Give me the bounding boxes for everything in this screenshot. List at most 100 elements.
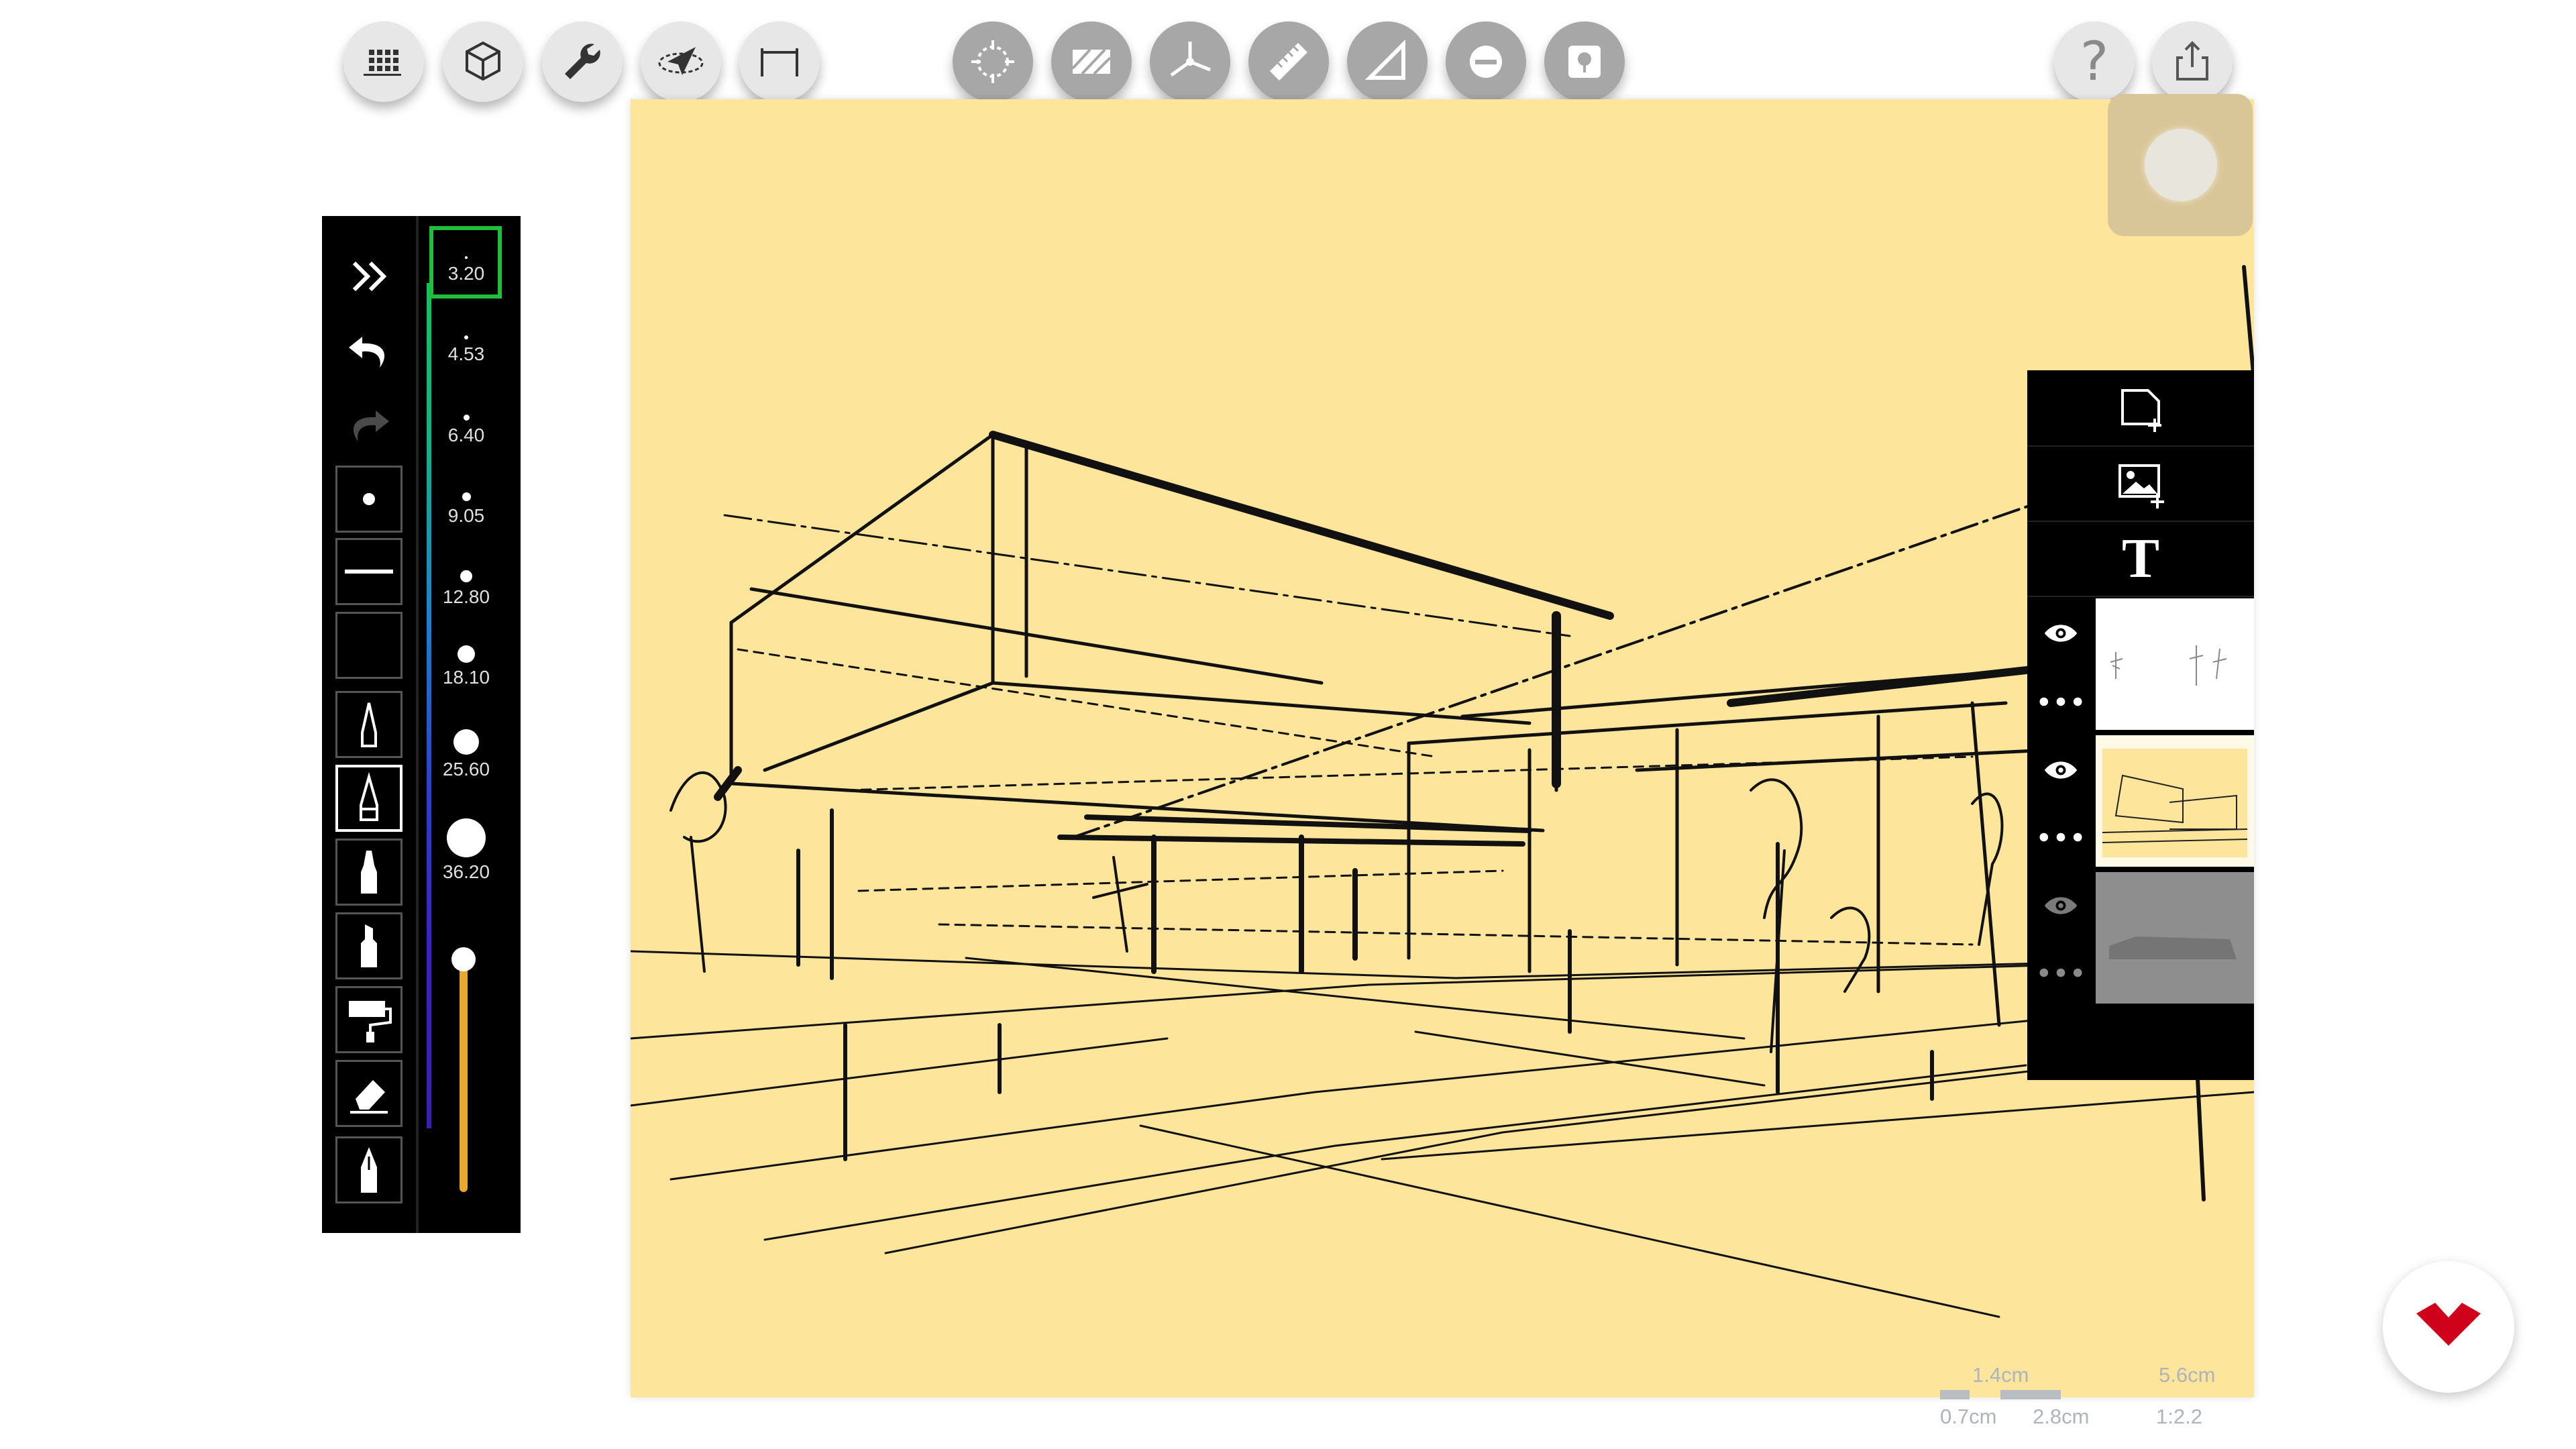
color-puck-knob[interactable] bbox=[2145, 129, 2217, 201]
layer-2-options[interactable] bbox=[2027, 804, 2094, 871]
layer-1-options[interactable] bbox=[2027, 668, 2094, 735]
circle-template-button[interactable] bbox=[1446, 21, 1526, 102]
layer-1-visibility[interactable] bbox=[2027, 600, 2094, 667]
scale-segment-1 bbox=[1940, 1390, 1970, 1399]
line-brush-icon bbox=[345, 570, 393, 574]
lasso-arrow-icon bbox=[658, 47, 704, 75]
select-button[interactable] bbox=[641, 21, 721, 102]
ink-pen-button[interactable] bbox=[335, 1136, 402, 1203]
grid-button[interactable] bbox=[343, 21, 424, 102]
hatch-button[interactable] bbox=[1051, 21, 1132, 102]
redo-button[interactable] bbox=[335, 390, 402, 458]
panel-divider bbox=[416, 216, 419, 1233]
brush-size-3[interactable]: 6.40 bbox=[423, 415, 510, 446]
logo-badge[interactable] bbox=[2383, 1261, 2514, 1393]
ruler-button[interactable] bbox=[1248, 21, 1329, 102]
more-icon bbox=[2039, 833, 2082, 842]
new-layer-button[interactable] bbox=[2027, 372, 2254, 447]
stamp-button[interactable] bbox=[1544, 21, 1625, 102]
set-square-button[interactable] bbox=[1347, 21, 1428, 102]
share-icon bbox=[2176, 41, 2208, 80]
add-image-button[interactable] bbox=[2027, 447, 2254, 522]
blank-brush-button[interactable] bbox=[335, 612, 402, 679]
add-image-icon bbox=[2118, 464, 2164, 508]
fine-pen-button[interactable] bbox=[335, 765, 402, 832]
trees-thumbnail bbox=[2110, 645, 2227, 686]
brush-panel: 3.20 4.53 6.40 9.05 12.80 18.10 25.60 36… bbox=[322, 216, 521, 1233]
blank-brush-icon bbox=[342, 619, 396, 672]
dot-brush-button[interactable] bbox=[335, 466, 402, 533]
fine-pen-icon bbox=[360, 771, 378, 821]
layer-1-thumbnail[interactable] bbox=[2096, 598, 2254, 730]
scale-label-5-6cm: 5.6cm bbox=[2159, 1363, 2216, 1387]
logo-icon bbox=[2416, 1303, 2481, 1346]
size-gradient-bar bbox=[427, 283, 431, 1128]
background-thumbnail bbox=[2109, 936, 2237, 959]
eye-icon bbox=[2044, 897, 2078, 914]
collapse-icon bbox=[352, 261, 387, 292]
perspective-axes-icon bbox=[1170, 42, 1211, 77]
cube-icon bbox=[466, 41, 500, 81]
transform-icon bbox=[971, 40, 1014, 83]
brush-size-8[interactable]: 36.20 bbox=[423, 818, 510, 883]
brush-size-1[interactable]: 3.20 bbox=[423, 256, 510, 284]
layer-3-thumbnail[interactable] bbox=[2096, 872, 2254, 1004]
scale-label-2-8cm: 2.8cm bbox=[2033, 1405, 2090, 1428]
paint-roller-button[interactable] bbox=[335, 986, 402, 1053]
ink-pen-icon bbox=[361, 1147, 377, 1193]
help-icon: ? bbox=[2080, 30, 2109, 93]
eye-icon bbox=[2044, 625, 2078, 642]
perspective-button[interactable] bbox=[1150, 21, 1230, 102]
more-icon bbox=[2039, 697, 2082, 706]
eraser-icon bbox=[350, 1080, 388, 1114]
scale-segment-2 bbox=[2000, 1390, 2061, 1399]
more-icon bbox=[2039, 968, 2082, 977]
technical-pen-icon bbox=[361, 702, 377, 747]
3d-model-button[interactable] bbox=[443, 21, 523, 102]
brush-size-6[interactable]: 18.10 bbox=[423, 645, 510, 688]
help-button[interactable]: ? bbox=[2054, 21, 2135, 102]
layer-2-thumbnail[interactable] bbox=[2096, 735, 2254, 867]
hatch-icon bbox=[1071, 48, 1112, 75]
layer-3-options[interactable] bbox=[2027, 939, 2094, 1006]
collapse-button[interactable] bbox=[335, 243, 402, 310]
undo-icon bbox=[349, 337, 385, 368]
dimension-button[interactable] bbox=[739, 21, 820, 102]
architectural-sketch bbox=[629, 265, 2256, 1318]
set-square-icon bbox=[1364, 39, 1405, 80]
opacity-slider-track[interactable] bbox=[460, 954, 468, 1192]
share-button[interactable] bbox=[2152, 21, 2233, 102]
wrench-icon bbox=[565, 44, 600, 79]
add-text-icon: T bbox=[2121, 527, 2160, 590]
felt-pen-icon bbox=[361, 851, 377, 894]
brush-size-4[interactable]: 9.05 bbox=[423, 492, 510, 527]
redo-icon bbox=[353, 411, 389, 441]
settings-button[interactable] bbox=[542, 21, 623, 102]
scale-label-ratio: 1:2.2 bbox=[2156, 1405, 2202, 1428]
marker-button[interactable] bbox=[335, 912, 402, 979]
tree-stamp-icon bbox=[1568, 46, 1601, 78]
line-brush-button[interactable] bbox=[335, 538, 402, 605]
paint-roller-icon bbox=[349, 1001, 392, 1042]
add-text-button[interactable]: T bbox=[2027, 522, 2254, 597]
layer-3-visibility[interactable] bbox=[2027, 872, 2094, 939]
circle-template-icon bbox=[1470, 46, 1502, 78]
transform-button[interactable] bbox=[953, 21, 1033, 102]
brush-size-5[interactable]: 12.80 bbox=[423, 570, 510, 608]
layer-2-visibility[interactable] bbox=[2027, 737, 2094, 804]
eraser-button[interactable] bbox=[335, 1060, 402, 1127]
brush-size-2[interactable]: 4.53 bbox=[423, 335, 510, 365]
technical-pen-button[interactable] bbox=[335, 691, 402, 758]
scale-label-1-4cm: 1.4cm bbox=[1972, 1363, 2029, 1387]
brush-size-7[interactable]: 25.60 bbox=[423, 729, 510, 780]
scale-label-0-7cm: 0.7cm bbox=[1940, 1405, 1997, 1428]
undo-button[interactable] bbox=[335, 317, 402, 384]
dot-brush-icon bbox=[363, 493, 375, 505]
felt-pen-button[interactable] bbox=[335, 839, 402, 906]
drawing-canvas[interactable] bbox=[629, 99, 2256, 1397]
new-layer-icon bbox=[2121, 389, 2161, 432]
eye-icon bbox=[2044, 761, 2078, 779]
sketch-thumbnail bbox=[2102, 749, 2248, 857]
opacity-slider-thumb[interactable] bbox=[451, 947, 476, 971]
color-puck[interactable] bbox=[2108, 94, 2253, 236]
